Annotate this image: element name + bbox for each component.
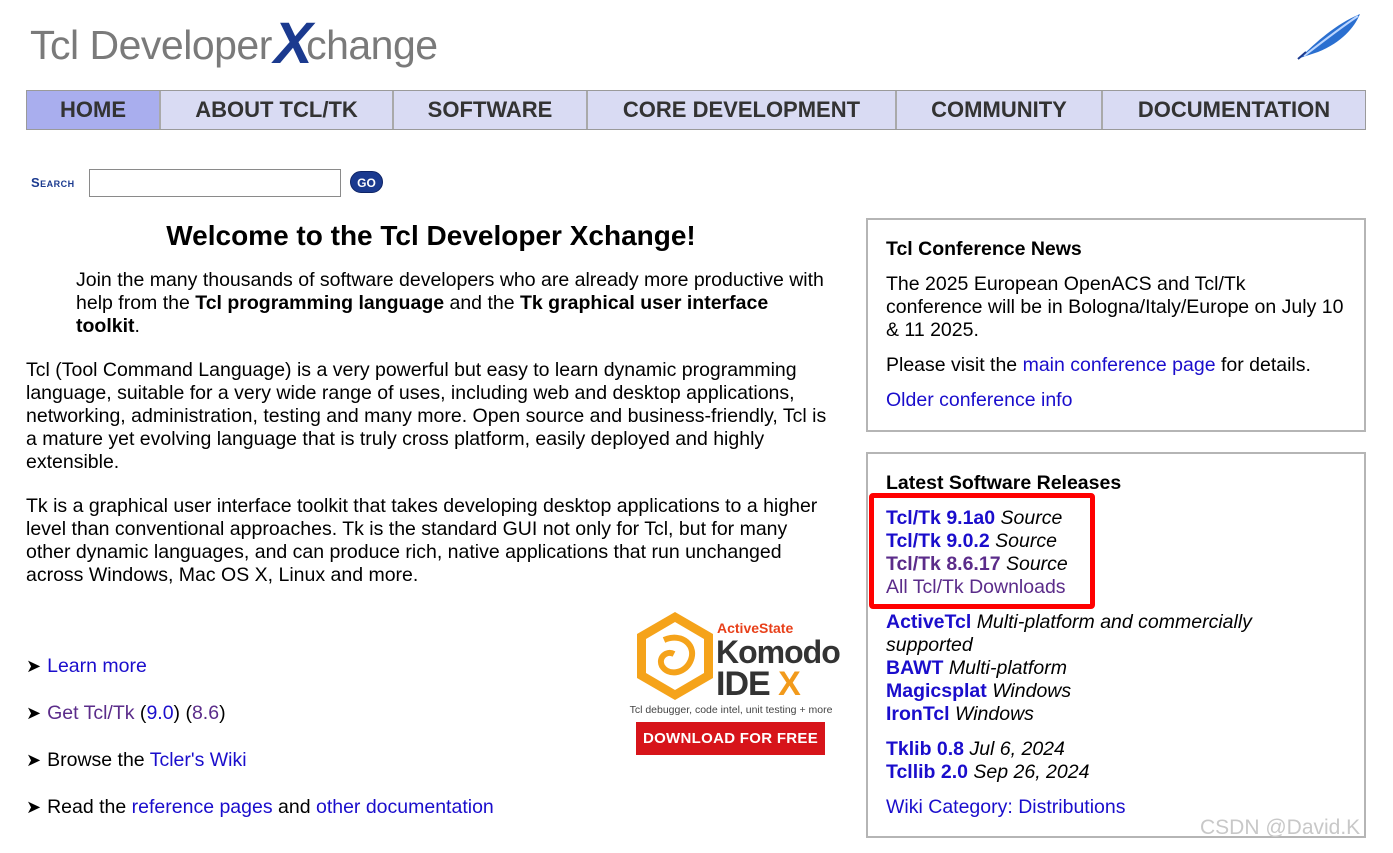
nav-core-development[interactable]: CORE DEVELOPMENT bbox=[588, 91, 897, 129]
go-button[interactable]: GO bbox=[350, 171, 383, 193]
logo-text-2: change bbox=[306, 22, 438, 68]
browse-text: Browse the bbox=[47, 749, 150, 771]
intro-text-3: . bbox=[134, 315, 140, 337]
arrow-icon: ➤ bbox=[26, 703, 42, 723]
arrow-icon: ➤ bbox=[26, 797, 42, 817]
arrow-icon: ➤ bbox=[26, 750, 42, 770]
visit-suffix: for details. bbox=[1215, 354, 1311, 376]
list-item: ➤ Get Tcl/Tk (9.0) (8.6) bbox=[26, 697, 494, 744]
main-content: Welcome to the Tcl Developer Xchange! Jo… bbox=[26, 215, 836, 587]
search-input[interactable] bbox=[89, 169, 341, 197]
paren-open: ( bbox=[134, 702, 147, 724]
lib-date: Jul 6, 2024 bbox=[969, 738, 1065, 760]
watermark: CSDN @David.K bbox=[1200, 816, 1361, 839]
ad-ide-text: IDE bbox=[716, 665, 771, 703]
dist-name: BAWT bbox=[886, 657, 944, 679]
older-conference-row: Older conference info bbox=[886, 389, 1346, 412]
lib-item: Tcllib 2.0 Sep 26, 2024 bbox=[886, 761, 1346, 784]
releases-title: Latest Software Releases bbox=[886, 472, 1122, 494]
list-item: ➤ Read the reference pages and other docu… bbox=[26, 791, 494, 838]
other-documentation-link[interactable]: other documentation bbox=[316, 796, 494, 818]
bawt-link[interactable]: BAWT bbox=[886, 657, 943, 679]
download-for-free-button[interactable]: DOWNLOAD FOR FREE bbox=[636, 722, 825, 755]
ad-ide: IDE X bbox=[716, 665, 801, 704]
arrow-icon: ➤ bbox=[26, 656, 42, 676]
tcl-description: Tcl (Tool Command Language) is a very po… bbox=[26, 359, 827, 473]
version-8-6-link[interactable]: 8.6 bbox=[192, 702, 219, 724]
nav-documentation[interactable]: DOCUMENTATION bbox=[1103, 91, 1365, 129]
tk-description: Tk is a graphical user interface toolkit… bbox=[26, 495, 818, 586]
list-item: ➤ Browse the Tcler's Wiki bbox=[26, 744, 494, 791]
older-conference-link[interactable]: Older conference info bbox=[886, 389, 1072, 411]
intro-paragraph: Join the many thousands of software deve… bbox=[76, 269, 836, 338]
dist-name: Magicsplat bbox=[886, 680, 987, 702]
reference-pages-link[interactable]: reference pages bbox=[132, 796, 273, 818]
paren-close: ) bbox=[219, 702, 226, 724]
main-conference-page-link[interactable]: main conference page bbox=[1023, 354, 1216, 376]
dist-item: IronTcl Windows bbox=[886, 703, 1346, 726]
dist-desc: Multi-platform and commercially bbox=[976, 611, 1252, 633]
conference-text: The 2025 European OpenACS and Tcl/Tk con… bbox=[886, 273, 1344, 341]
distributions: ActiveTcl Multi-platform and commerciall… bbox=[886, 611, 1346, 726]
nav-home[interactable]: HOME bbox=[27, 91, 161, 129]
tcllib-link[interactable]: Tcllib 2.0 bbox=[886, 761, 968, 783]
dist-item: ActiveTcl Multi-platform and commerciall… bbox=[886, 611, 1346, 634]
komodo-logo-icon bbox=[637, 612, 713, 700]
paren-mid: ) ( bbox=[173, 702, 192, 724]
feather-icon bbox=[1297, 14, 1360, 60]
read-text: Read the bbox=[47, 796, 132, 818]
intro-text-2: and the bbox=[444, 292, 520, 314]
get-tcltk-link[interactable]: Get Tcl/Tk bbox=[47, 702, 134, 724]
lib-name: Tcllib 2.0 bbox=[886, 761, 968, 783]
nav-about[interactable]: ABOUT TCL/TK bbox=[161, 91, 394, 129]
lib-name: Tklib 0.8 bbox=[886, 738, 965, 760]
list-item: ➤ Learn more bbox=[26, 650, 494, 697]
nav-community[interactable]: COMMUNITY bbox=[897, 91, 1103, 129]
dist-item: supported bbox=[886, 634, 1346, 657]
quick-links: ➤ Learn more ➤ Get Tcl/Tk (9.0) (8.6) ➤ Bro… bbox=[26, 650, 494, 838]
komodo-ad[interactable]: ActiveState Komodo IDE X Tcl debugger, c… bbox=[628, 610, 841, 760]
lib-date: Sep 26, 2024 bbox=[973, 761, 1090, 783]
search-label: Search bbox=[31, 175, 75, 190]
intro-bold-tcl: Tcl programming language bbox=[195, 292, 445, 314]
dist-desc: Multi-platform bbox=[948, 657, 1067, 679]
dist-desc: Windows bbox=[992, 680, 1072, 702]
version-9-0-link[interactable]: 9.0 bbox=[146, 702, 173, 724]
site-logo[interactable]: Tcl DeveloperXchange bbox=[30, 6, 438, 76]
conference-title: Tcl Conference News bbox=[886, 238, 1082, 260]
dist-name: ActiveTcl bbox=[886, 611, 972, 633]
dist-name: IronTcl bbox=[886, 703, 950, 725]
tclers-wiki-link[interactable]: Tcler's Wiki bbox=[150, 749, 247, 771]
conference-news-box: Tcl Conference News The 2025 European Op… bbox=[866, 218, 1366, 432]
dist-item: Magicsplat Windows bbox=[886, 680, 1346, 703]
irontcl-link[interactable]: IronTcl bbox=[886, 703, 950, 725]
dist-desc: Windows bbox=[954, 703, 1034, 725]
lib-item: Tklib 0.8 Jul 6, 2024 bbox=[886, 738, 1346, 761]
ad-tagline: Tcl debugger, code intel, unit testing +… bbox=[629, 704, 833, 716]
and-text: and bbox=[272, 796, 316, 818]
magicsplat-link[interactable]: Magicsplat bbox=[886, 680, 987, 702]
wiki-category-link[interactable]: Wiki Category: Distributions bbox=[886, 796, 1125, 818]
activetcl-link[interactable]: ActiveTcl bbox=[886, 611, 971, 633]
main-nav: HOME ABOUT TCL/TK SOFTWARE CORE DEVELOPM… bbox=[26, 90, 1366, 130]
visit-prefix: Please visit the bbox=[886, 354, 1023, 376]
dist-desc: supported bbox=[886, 634, 973, 656]
highlight-box bbox=[869, 493, 1095, 609]
libraries: Tklib 0.8 Jul 6, 2024 Tcllib 2.0 Sep 26,… bbox=[886, 738, 1346, 784]
logo-text-1: Tcl Developer bbox=[30, 22, 272, 68]
nav-software[interactable]: SOFTWARE bbox=[394, 91, 588, 129]
logo-x: X bbox=[273, 11, 313, 76]
ad-x: X bbox=[778, 665, 801, 703]
tklib-link[interactable]: Tklib 0.8 bbox=[886, 738, 964, 760]
page-title: Welcome to the Tcl Developer Xchange! bbox=[166, 220, 696, 251]
conference-visit: Please visit the main conference page fo… bbox=[886, 354, 1346, 377]
dist-item: BAWT Multi-platform bbox=[886, 657, 1346, 680]
learn-more-link[interactable]: Learn more bbox=[47, 655, 147, 677]
